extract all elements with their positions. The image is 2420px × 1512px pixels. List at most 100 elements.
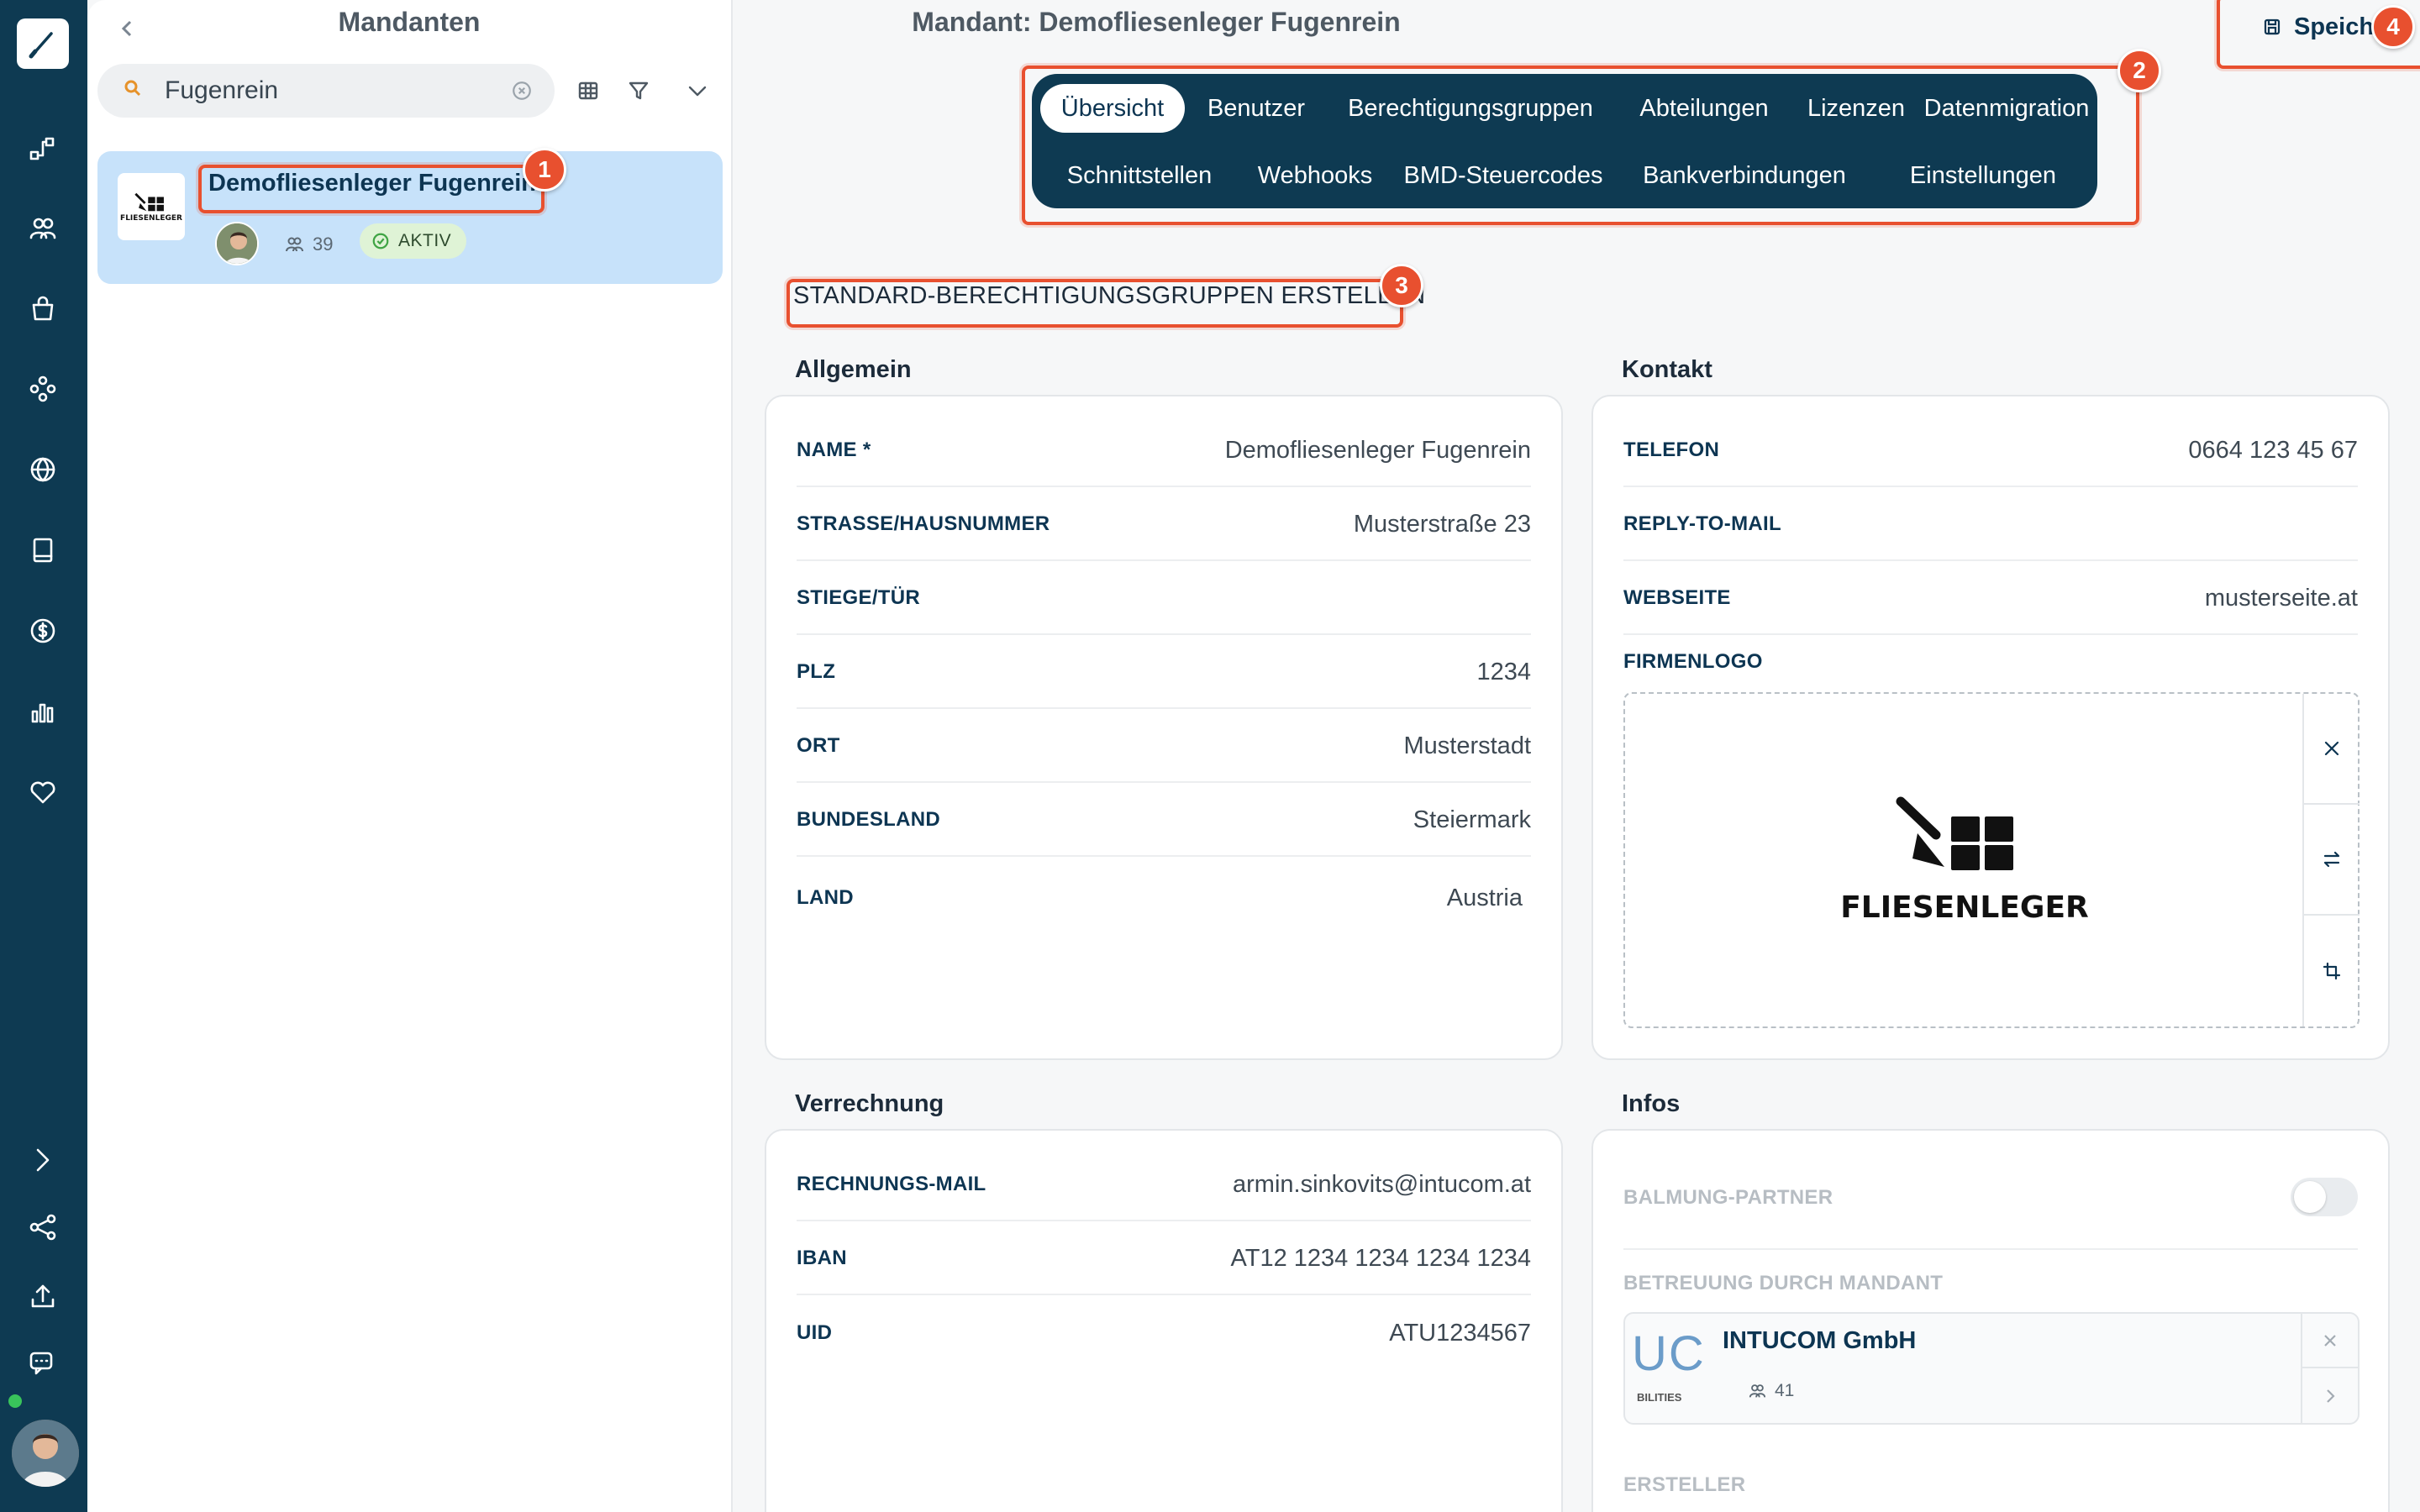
allgemein-card: NAME * Demofliesenleger Fugenrein STRASS… <box>765 395 1563 1060</box>
table-view-button[interactable] <box>570 72 607 109</box>
field-value: Musterstadt <box>1403 732 1532 759</box>
users-icon <box>1749 1384 1766 1398</box>
field-label: STRASSE/HAUSNUMMER <box>797 512 1050 535</box>
table-icon <box>578 81 598 100</box>
field-ort[interactable]: ORT Musterstadt <box>797 711 1531 783</box>
field-label: BUNDESLAND <box>797 808 940 831</box>
status-badge: AKTIV <box>360 223 467 259</box>
field-value: Demofliesenleger Fugenrein <box>1224 436 1531 464</box>
search-icon <box>123 78 148 103</box>
user-count-value: 39 <box>313 234 334 255</box>
betreuung-label: BETREUUNG DURCH MANDANT <box>1623 1272 1944 1294</box>
partner-user-count-value: 41 <box>1775 1381 1795 1400</box>
annotation-marker-4: 4 <box>2371 5 2415 49</box>
annotation-marker-3: 3 <box>1380 264 1423 307</box>
tiler-logo-icon <box>1896 796 2013 870</box>
search-box <box>97 64 555 118</box>
field-telefon[interactable]: TELEFON 0664 123 45 67 <box>1623 415 2358 487</box>
field-label: STIEGE/TÜR <box>797 586 921 609</box>
ersteller-label: ERSTELLER <box>1623 1473 1746 1496</box>
nav-rail <box>0 0 87 1512</box>
replace-logo-button[interactable] <box>2304 805 2360 916</box>
field-value: 1234 <box>1476 658 1531 685</box>
dollar-icon[interactable] <box>22 610 64 652</box>
section-title-kontakt: Kontakt <box>1622 356 1712 383</box>
section-title-infos: Infos <box>1622 1090 1681 1117</box>
field-strasse[interactable]: STRASSE/HAUSNUMMER Musterstraße 23 <box>797 489 1531 561</box>
partner-logo: UC BILITIES <box>1634 1322 1709 1415</box>
filter-icon <box>629 81 649 100</box>
users-icon[interactable] <box>22 207 64 249</box>
expand-chevron-icon[interactable] <box>22 1139 64 1181</box>
field-plz[interactable]: PLZ 1234 <box>797 637 1531 709</box>
online-status-dot <box>8 1394 22 1408</box>
search-input[interactable] <box>165 76 509 105</box>
firmenlogo-label: FIRMENLOGO <box>1623 650 1763 673</box>
crop-logo-button[interactable] <box>2304 916 2360 1026</box>
field-label: TELEFON <box>1623 438 1720 461</box>
network-icon[interactable] <box>22 368 64 410</box>
divider <box>1623 1248 2358 1250</box>
partner-card[interactable]: UC BILITIES INTUCOM GmbH 41 <box>1623 1312 2360 1425</box>
chevron-right-icon <box>2327 1389 2335 1403</box>
partner-user-count: 41 <box>1748 1381 1794 1401</box>
brush-icon <box>29 32 53 59</box>
partner-logo-text: UC <box>1634 1326 1706 1381</box>
chevron-down-icon <box>688 86 707 97</box>
open-partner-button[interactable] <box>2302 1368 2358 1423</box>
logo-tools <box>2302 694 2360 1026</box>
balmung-partner-toggle[interactable] <box>2291 1178 2358 1216</box>
book-icon[interactable] <box>22 529 64 571</box>
globe-icon[interactable] <box>22 449 64 491</box>
shopping-bag-icon[interactable] <box>22 287 64 329</box>
share-icon[interactable] <box>22 1206 64 1248</box>
field-iban[interactable]: IBAN AT12 1234 1234 1234 1234 <box>797 1223 1531 1295</box>
sort-dropdown-button[interactable] <box>679 72 716 109</box>
filter-button[interactable] <box>620 72 657 109</box>
clear-search-icon[interactable] <box>509 78 534 103</box>
partner-tools <box>2301 1314 2358 1423</box>
annotation-marker-1: 1 <box>523 148 566 192</box>
field-value: Steiermark <box>1413 806 1531 833</box>
section-title-verrechnung: Verrechnung <box>795 1090 944 1117</box>
tiler-logo-icon <box>134 192 164 212</box>
field-rechnungs-mail[interactable]: RECHNUNGS-MAIL armin.sinkovits@intucom.a… <box>797 1149 1531 1221</box>
app-logo[interactable] <box>17 18 69 69</box>
field-stiege[interactable]: STIEGE/TÜR <box>797 563 1531 635</box>
close-icon <box>2324 1334 2336 1347</box>
client-logo: FLIESENLEGER <box>118 173 185 240</box>
users-icon <box>286 237 303 252</box>
avatar <box>215 222 259 265</box>
crop-icon <box>2323 962 2341 980</box>
remove-partner-button[interactable] <box>2302 1314 2358 1368</box>
upload-icon[interactable] <box>22 1275 64 1317</box>
field-label: IBAN <box>797 1247 847 1269</box>
chat-icon[interactable] <box>22 1342 64 1384</box>
workflow-icon[interactable] <box>22 128 64 170</box>
panel-title: Mandanten <box>338 7 481 37</box>
field-name[interactable]: NAME * Demofliesenleger Fugenrein <box>797 415 1531 487</box>
heart-icon[interactable] <box>22 771 64 813</box>
section-title-allgemein: Allgemein <box>795 356 912 383</box>
client-list-panel: Mandanten FLIESENLEGER Demofliesenleger … <box>87 0 733 1512</box>
logo-dropzone[interactable]: FLIESENLEGER <box>1623 692 2360 1028</box>
field-bundesland[interactable]: BUNDESLAND Steiermark <box>797 785 1531 857</box>
chart-icon[interactable] <box>22 690 64 732</box>
field-webseite[interactable]: WEBSEITE musterseite.at <box>1623 563 2358 635</box>
field-uid[interactable]: UID ATU1234567 <box>797 1297 1531 1369</box>
swap-icon <box>2323 851 2340 868</box>
field-reply-to-mail[interactable]: REPLY-TO-MAIL <box>1623 489 2358 561</box>
user-avatar[interactable] <box>12 1420 79 1487</box>
field-label: UID <box>797 1321 833 1344</box>
field-land[interactable]: LAND Austria <box>797 862 1531 934</box>
partner-name: INTUCOM GmbH <box>1723 1327 1917 1354</box>
company-logo-preview: FLIESENLEGER <box>1625 694 2304 1026</box>
remove-logo-button[interactable] <box>2304 694 2360 805</box>
close-icon <box>2324 741 2339 756</box>
highlight-tab-bar <box>1022 66 2139 225</box>
status-label: AKTIV <box>398 231 452 250</box>
highlight-client-name <box>198 165 544 213</box>
page-title: Mandant: Demofliesenleger Fugenrein <box>912 7 1401 37</box>
field-label: PLZ <box>797 660 836 683</box>
kontakt-card: TELEFON 0664 123 45 67 REPLY-TO-MAIL WEB… <box>1591 395 2390 1060</box>
